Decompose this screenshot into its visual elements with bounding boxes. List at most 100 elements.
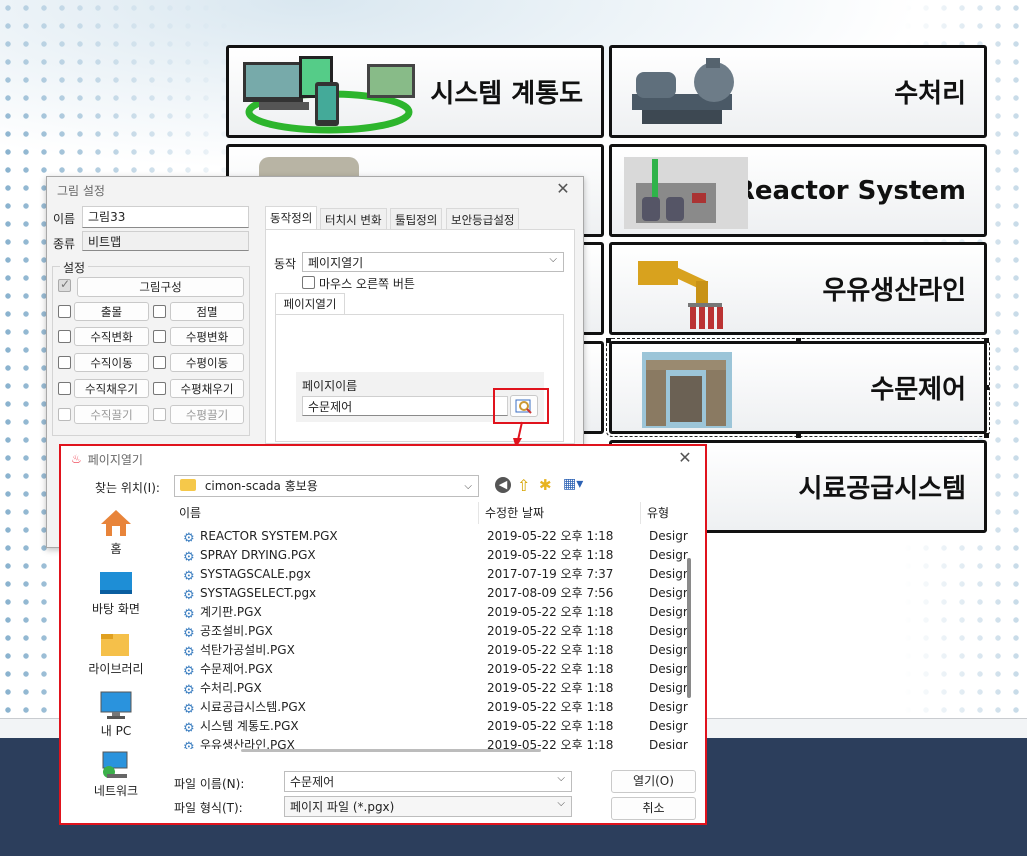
- nav-desktop[interactable]: 바탕 화면: [67, 570, 165, 617]
- page-open-dialog: ♨ 페이지열기 ✕ 찾는 위치(I): cimon-scada 홍보용 ⌵ ◀ …: [59, 444, 707, 825]
- file-type: Desigr: [649, 605, 688, 619]
- page-file-icon: ⚙: [183, 626, 195, 641]
- appear-checkbox[interactable]: [58, 305, 71, 318]
- file-date: 2019-05-22 오후 1:18: [487, 529, 614, 543]
- tile-reactor-system[interactable]: Reactor System: [609, 144, 987, 237]
- vertical-scrollbar[interactable]: [687, 558, 691, 698]
- compose-button[interactable]: 그림구성: [77, 277, 244, 297]
- vertical-change-button[interactable]: 수직변화: [74, 327, 149, 346]
- filename-combo[interactable]: 수문제어 ⌵: [284, 771, 572, 792]
- tab-action[interactable]: 동작정의: [265, 206, 318, 230]
- file-date: 2019-05-22 오후 1:18: [487, 719, 614, 733]
- nav-desktop-label: 바탕 화면: [92, 602, 140, 616]
- tile-system-diagram[interactable]: 시스템 계통도: [226, 45, 604, 138]
- cancel-button[interactable]: 취소: [611, 797, 696, 820]
- file-type: Desigr: [649, 681, 688, 695]
- file-date: 2017-07-19 오후 7:37: [487, 567, 614, 581]
- right-click-label: 마우스 오른쪽 버튼: [319, 277, 415, 291]
- filetype-combo[interactable]: 페이지 파일 (*.pgx) ⌵: [284, 796, 572, 817]
- vertical-move-button[interactable]: 수직이동: [74, 353, 149, 372]
- file-name-text: 수처리.PGX: [200, 681, 262, 695]
- column-header-type[interactable]: 유형: [641, 502, 693, 524]
- selection-handle[interactable]: [796, 433, 801, 438]
- horizontal-scrollbar[interactable]: [241, 749, 541, 752]
- page-file-icon: ⚙: [183, 683, 195, 698]
- blink-checkbox[interactable]: [153, 305, 166, 318]
- horizontal-move-checkbox[interactable]: [153, 356, 166, 369]
- appear-button[interactable]: 출몰: [74, 302, 149, 321]
- tab-tooltip[interactable]: 툴팁정의: [390, 208, 443, 230]
- selection-handle[interactable]: [984, 385, 989, 390]
- tile-water-treatment[interactable]: 수처리: [609, 45, 987, 138]
- horizontal-fill-button[interactable]: 수평채우기: [170, 379, 244, 398]
- selection-handle[interactable]: [606, 338, 611, 343]
- vertical-fill-checkbox[interactable]: [58, 382, 71, 395]
- open-button[interactable]: 열기(O): [611, 770, 696, 793]
- name-label: 이름: [53, 212, 76, 226]
- home-icon: [101, 510, 131, 536]
- blink-button[interactable]: 점멸: [170, 302, 244, 321]
- file-name-text: 공조설비.PGX: [200, 624, 273, 638]
- file-row[interactable]: ⚙ 공조설비.PGX 2019-05-22 오후 1:18 Desigr: [173, 622, 688, 641]
- folder-icon: [180, 479, 196, 491]
- page-name-label: 페이지이름: [302, 379, 358, 393]
- file-name-text: SYSTAGSCALE.pgx: [200, 567, 311, 581]
- nav-home-label: 홈: [110, 542, 122, 556]
- horizontal-drag-checkbox: [153, 408, 166, 421]
- page-file-icon: ⚙: [183, 645, 195, 660]
- file-row[interactable]: ⚙ 시료공급시스템.PGX 2019-05-22 오후 1:18 Desigr: [173, 698, 688, 717]
- name-field[interactable]: 그림33: [82, 206, 249, 228]
- nav-library[interactable]: 라이브러리: [67, 632, 165, 677]
- desktop-icon: [100, 572, 132, 594]
- file-row[interactable]: ⚙ SYSTAGSELECT.pgx 2017-08-09 오후 7:56 Desig…: [173, 584, 688, 603]
- browse-page-button[interactable]: [510, 395, 538, 417]
- nav-home[interactable]: 홈: [67, 508, 165, 557]
- action-combo[interactable]: 페이지열기 ⌵: [302, 252, 564, 272]
- close-icon[interactable]: ✕: [555, 181, 571, 197]
- file-row[interactable]: ⚙ SYSTAGSCALE.pgx 2017-07-19 오후 7:37 Desigr: [173, 565, 688, 584]
- close-icon[interactable]: ✕: [677, 450, 693, 466]
- horizontal-fill-checkbox[interactable]: [153, 382, 166, 395]
- tile-gate-control[interactable]: 수문제어: [606, 338, 990, 437]
- vertical-move-checkbox[interactable]: [58, 356, 71, 369]
- dialog-titlebar: ♨ 페이지열기 ✕: [61, 446, 705, 472]
- nav-network[interactable]: 네트워크: [67, 750, 165, 799]
- tile-milk-production[interactable]: 우유생산라인: [609, 242, 987, 335]
- file-name: ⚙ 시료공급시스템.PGX: [183, 698, 473, 717]
- look-in-combo[interactable]: cimon-scada 홍보용 ⌵: [174, 475, 479, 497]
- file-name-text: 수문제어.PGX: [200, 662, 273, 676]
- file-type: Desigr: [649, 719, 688, 733]
- back-icon[interactable]: ◀: [495, 477, 511, 493]
- vertical-fill-button[interactable]: 수직채우기: [74, 379, 149, 398]
- nav-network-label: 네트워크: [93, 784, 139, 798]
- file-row[interactable]: ⚙ 우유생산라인.PGX 2019-05-22 오후 1:18 Desigr: [173, 736, 688, 749]
- compose-checkbox[interactable]: [58, 277, 71, 292]
- selection-handle[interactable]: [984, 338, 989, 343]
- right-click-checkbox[interactable]: [302, 276, 315, 289]
- file-row[interactable]: ⚙ 석탄가공설비.PGX 2019-05-22 오후 1:18 Desigr: [173, 641, 688, 660]
- page-name-field[interactable]: 수문제어: [302, 396, 508, 416]
- file-row[interactable]: ⚙ 수문제어.PGX 2019-05-22 오후 1:18 Desigr: [173, 660, 688, 679]
- horizontal-change-button[interactable]: 수평변화: [170, 327, 244, 346]
- up-folder-icon[interactable]: ⇧: [517, 476, 530, 495]
- file-row[interactable]: ⚙ REACTOR SYSTEM.PGX 2019-05-22 오후 1:18 Des…: [173, 527, 688, 546]
- file-date: 2019-05-22 오후 1:18: [487, 662, 614, 676]
- new-folder-icon[interactable]: ✱: [539, 476, 552, 494]
- file-row[interactable]: ⚙ 계기판.PGX 2019-05-22 오후 1:18 Desigr: [173, 603, 688, 622]
- file-row[interactable]: ⚙ 시스템 계통도.PGX 2019-05-22 오후 1:18 Desigr: [173, 717, 688, 736]
- column-header-date[interactable]: 수정한 날짜: [479, 502, 641, 524]
- vertical-change-checkbox[interactable]: [58, 330, 71, 343]
- tab-security[interactable]: 보안등급설정: [446, 208, 520, 230]
- tab-touch-change[interactable]: 터치시 변화: [320, 208, 387, 230]
- horizontal-move-button[interactable]: 수평이동: [170, 353, 244, 372]
- subtab-page-open[interactable]: 페이지열기: [275, 293, 345, 315]
- file-row[interactable]: ⚙ SPRAY DRYING.PGX 2019-05-22 오후 1:18 Desig…: [173, 546, 688, 565]
- selection-handle[interactable]: [796, 338, 801, 343]
- vertical-drag-checkbox: [58, 408, 71, 421]
- view-menu-icon[interactable]: ▦▾: [563, 476, 583, 492]
- file-row[interactable]: ⚙ 수처리.PGX 2019-05-22 오후 1:18 Desigr: [173, 679, 688, 698]
- horizontal-change-checkbox[interactable]: [153, 330, 166, 343]
- nav-my-pc[interactable]: 내 PC: [67, 690, 165, 739]
- selection-handle[interactable]: [984, 433, 989, 438]
- filetype-value: 페이지 파일 (*.pgx): [290, 800, 395, 814]
